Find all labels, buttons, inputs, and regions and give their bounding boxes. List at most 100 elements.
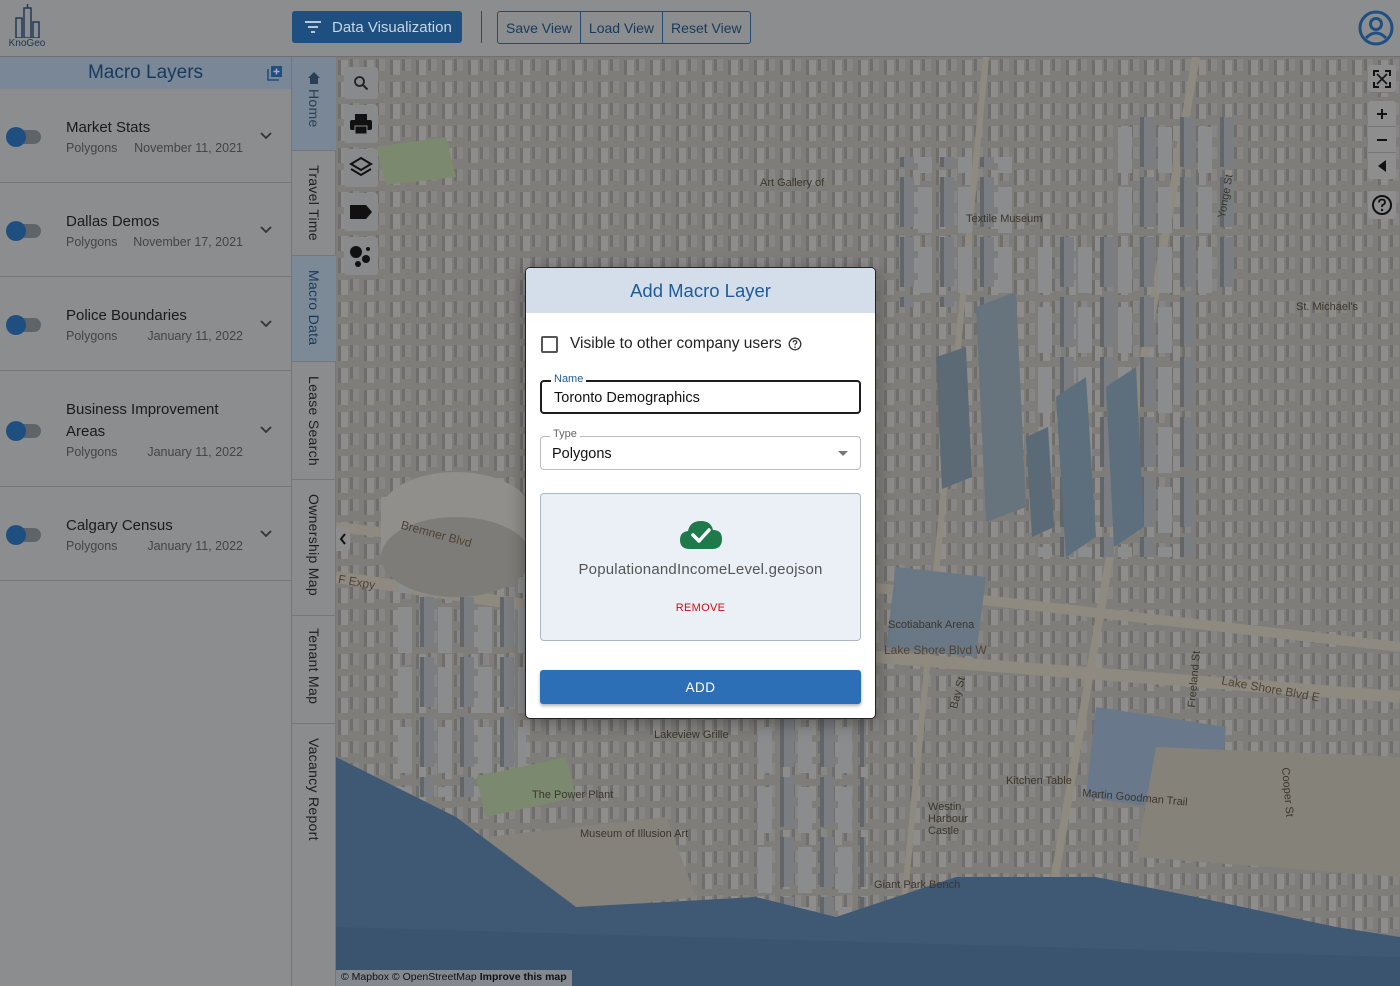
tab-label: Travel Time xyxy=(306,165,322,241)
macro-layers-panel: Macro Layers Market Stats Polygons Novem… xyxy=(0,57,292,986)
logo-text: KnoGeo xyxy=(8,38,46,49)
layer-row-police-boundaries[interactable]: Police Boundaries Polygons January 11, 2… xyxy=(0,277,291,371)
layer-name: Market Stats xyxy=(66,119,151,136)
layer-toggle[interactable] xyxy=(6,525,41,545)
tab-tenant-map[interactable]: Tenant Map xyxy=(292,616,336,724)
map-label: The Power Plant xyxy=(532,789,614,801)
layer-date: January 11, 2022 xyxy=(147,329,243,343)
chevron-down-icon[interactable] xyxy=(258,319,274,329)
name-field-label: Name xyxy=(551,373,587,385)
layer-date: January 11, 2022 xyxy=(147,539,243,553)
map-search-button[interactable] xyxy=(344,67,378,99)
remove-file-button[interactable]: REMOVE xyxy=(541,602,860,614)
label-button[interactable] xyxy=(344,193,378,231)
attribution-text: © Mapbox © OpenStreetMap xyxy=(341,971,477,983)
type-select[interactable]: Type Polygons xyxy=(540,428,861,470)
map-zoom-controls xyxy=(1368,65,1396,179)
load-view-button[interactable]: Load View xyxy=(581,12,664,43)
name-field-value: Toronto Demographics xyxy=(554,390,700,406)
chevron-down-icon[interactable] xyxy=(258,425,274,435)
panel-header: Macro Layers xyxy=(0,57,291,89)
add-layer-icon[interactable] xyxy=(267,65,283,86)
add-button[interactable]: ADD xyxy=(540,670,861,704)
layer-row-dallas-demos[interactable]: Dallas Demos Polygons November 17, 2021 xyxy=(0,183,291,277)
tab-label: Ownership Map xyxy=(306,494,322,596)
map-label: Lake Shore Blvd W xyxy=(884,643,987,657)
vertical-tab-bar: Home Travel Time Macro Data Lease Search… xyxy=(292,57,336,986)
map-label: St. Michael's xyxy=(1296,301,1359,313)
name-field[interactable]: Name Toronto Demographics xyxy=(540,373,861,414)
layer-toggle[interactable] xyxy=(6,315,41,335)
data-visualization-button[interactable]: Data Visualization xyxy=(292,11,462,43)
visible-to-users-checkbox[interactable] xyxy=(541,335,558,353)
view-button-group: Save View Load View Reset View xyxy=(497,11,751,44)
fullscreen-icon xyxy=(1373,69,1391,88)
fullscreen-button[interactable] xyxy=(1368,65,1396,93)
visible-to-users-label: Visible to other company users xyxy=(570,335,782,352)
tab-label: Macro Data xyxy=(306,270,322,346)
layer-type: Polygons xyxy=(66,539,118,553)
dialog-header: Add Macro Layer xyxy=(526,268,875,313)
cloud-check-icon xyxy=(680,521,722,549)
map-tool-column xyxy=(344,67,378,275)
help-icon[interactable] xyxy=(788,337,802,351)
tab-lease-search[interactable]: Lease Search xyxy=(292,362,336,480)
file-upload-area[interactable]: PopulationandIncomeLevel.geojson REMOVE xyxy=(540,493,861,641)
layer-row-calgary-census[interactable]: Calgary Census Polygons January 11, 2022 xyxy=(0,487,291,581)
tab-macro-data[interactable]: Macro Data xyxy=(292,256,336,362)
tab-vacancy-report[interactable]: Vacancy Report xyxy=(292,724,336,854)
chevron-down-icon[interactable] xyxy=(258,131,274,141)
improve-map-link[interactable]: Improve this map xyxy=(480,971,567,983)
uploaded-file-name: PopulationandIncomeLevel.geojson xyxy=(578,561,823,578)
chevron-down-icon[interactable] xyxy=(258,529,274,539)
tab-travel-time[interactable]: Travel Time xyxy=(292,151,336,256)
type-select-value: Polygons xyxy=(552,446,612,462)
tab-home[interactable]: Home xyxy=(292,57,336,151)
filter-lines-icon xyxy=(305,21,321,33)
minus-icon xyxy=(1377,138,1387,141)
compass-button[interactable] xyxy=(1368,153,1396,179)
help-button[interactable] xyxy=(1368,191,1396,219)
bubbles-button[interactable] xyxy=(344,237,378,275)
knogeo-logo[interactable]: KnoGeo xyxy=(4,4,50,52)
map-label: Giant Park Bench xyxy=(874,879,961,891)
account-button[interactable] xyxy=(1358,10,1394,46)
layer-toggle[interactable] xyxy=(6,421,41,441)
zoom-in-button[interactable] xyxy=(1368,101,1396,127)
bubble-cluster-icon xyxy=(350,246,370,267)
layer-toggle[interactable] xyxy=(6,221,41,241)
dropdown-arrow-icon xyxy=(838,451,848,456)
city-logo-icon xyxy=(15,4,40,38)
layer-row-business-improvement-areas[interactable]: Business Improvement Areas Polygons Janu… xyxy=(0,371,291,487)
search-icon xyxy=(354,76,369,91)
print-button[interactable] xyxy=(344,105,378,143)
top-bar: KnoGeo Data Visualization Save View Load… xyxy=(0,0,1400,57)
save-view-button[interactable]: Save View xyxy=(498,12,581,43)
tab-label: Lease Search xyxy=(306,376,322,466)
map-label: Museum of Illusion Art xyxy=(580,828,689,840)
tab-label: Vacancy Report xyxy=(306,738,322,841)
plus-icon xyxy=(1377,108,1387,119)
layer-name: Police Boundaries xyxy=(66,307,187,324)
map-label: Kitchen Table xyxy=(1006,775,1072,787)
layer-date: November 11, 2021 xyxy=(134,141,243,155)
layer-type: Polygons xyxy=(66,235,118,249)
home-icon xyxy=(308,72,320,84)
layer-toggle[interactable] xyxy=(6,127,41,147)
layers-button[interactable] xyxy=(344,149,378,187)
tab-ownership-map[interactable]: Ownership Map xyxy=(292,480,336,616)
layer-name: Calgary Census xyxy=(66,517,173,534)
collapse-panel-button[interactable] xyxy=(336,527,350,551)
add-macro-layer-dialog: Add Macro Layer Visible to other company… xyxy=(525,267,876,719)
chevron-down-icon[interactable] xyxy=(258,225,274,235)
layer-name: Dallas Demos xyxy=(66,213,160,230)
layer-row-market-stats[interactable]: Market Stats Polygons November 11, 2021 xyxy=(0,89,291,183)
toolbar-divider xyxy=(481,11,482,43)
chevron-left-icon xyxy=(339,533,346,545)
tag-label-icon xyxy=(350,205,372,219)
data-visualization-label: Data Visualization xyxy=(332,18,452,36)
dialog-title: Add Macro Layer xyxy=(630,279,771,301)
layers-icon xyxy=(349,156,373,177)
reset-view-button[interactable]: Reset View xyxy=(663,12,750,43)
zoom-out-button[interactable] xyxy=(1368,127,1396,153)
